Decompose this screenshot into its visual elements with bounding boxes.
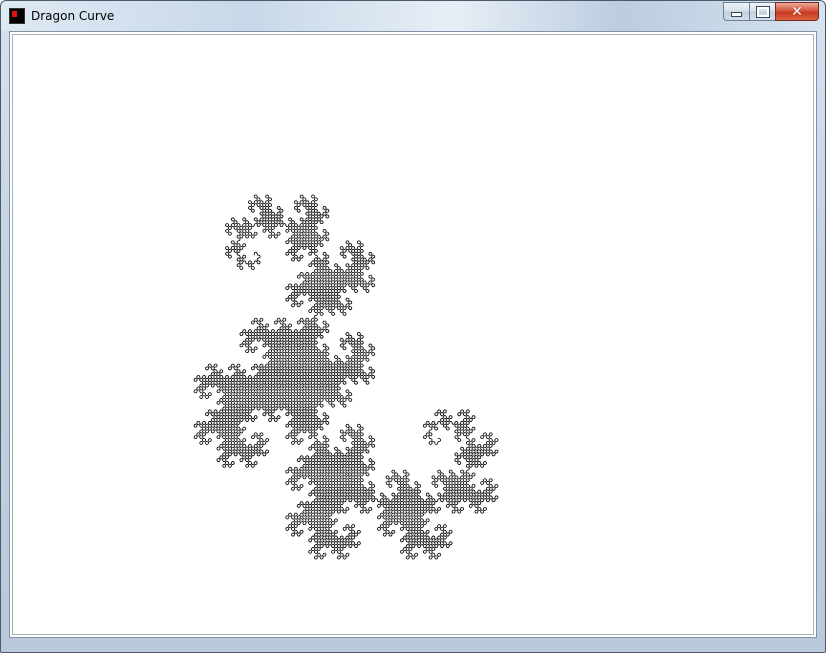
app-icon[interactable] xyxy=(9,8,25,24)
title-bar[interactable]: Dragon Curve ✕ xyxy=(1,1,825,31)
caption-buttons: ✕ xyxy=(723,2,819,21)
client-area xyxy=(9,31,817,638)
drawing-surface[interactable] xyxy=(12,34,814,635)
window-title: Dragon Curve xyxy=(31,9,115,23)
dragon-curve-canvas xyxy=(193,194,499,560)
minimize-icon xyxy=(731,12,742,17)
app-window: Dragon Curve ✕ xyxy=(0,0,826,653)
maximize-icon xyxy=(755,5,770,18)
maximize-button[interactable] xyxy=(749,2,775,21)
dragon-curve-path xyxy=(193,194,499,560)
minimize-button[interactable] xyxy=(723,2,749,21)
close-icon: ✕ xyxy=(791,3,803,20)
close-button[interactable]: ✕ xyxy=(775,2,819,21)
